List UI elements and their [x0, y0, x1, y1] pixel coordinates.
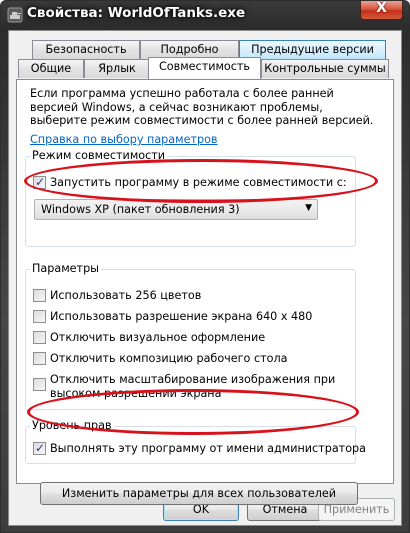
check-icon: ✓: [35, 175, 46, 189]
privilege-group: Уровень прав ✓ Выполнять эту программу о…: [25, 419, 366, 464]
run-as-admin-label: Выполнять эту программу от имени админис…: [50, 442, 366, 455]
change-settings-all-users-button[interactable]: Изменить параметры для всех пользователе…: [40, 482, 358, 505]
compatibility-panel: Если программа успешно работала с более …: [16, 79, 394, 505]
privilege-legend: Уровень прав: [30, 419, 114, 432]
tab-general[interactable]: Общие: [18, 59, 84, 78]
params-group: Параметры Использовать 256 цветов Исполь…: [25, 262, 356, 410]
os-version-selected: Windows XP (пакет обновления 3): [41, 203, 240, 216]
option-label-line2: высоком разрешении экрана: [50, 387, 222, 400]
checkbox-640x480[interactable]: [33, 310, 46, 323]
tab-previous-versions[interactable]: Предыдущие версии: [239, 40, 386, 59]
check-icon: ✓: [35, 441, 46, 455]
tab-compatibility[interactable]: Совместимость: [148, 57, 261, 79]
option-label: Отключить масштабирование изображения пр…: [50, 373, 336, 386]
help-link[interactable]: Справка по выбору параметров: [30, 133, 218, 146]
close-icon: X: [376, 0, 387, 16]
properties-window: Свойства: WorldOfTanks.exe X Безопасност…: [0, 0, 410, 533]
compat-mode-checkbox[interactable]: ✓: [33, 175, 46, 189]
checkbox-disable-composition[interactable]: [33, 352, 46, 365]
compat-mode-legend: Режим совместимости: [30, 149, 168, 162]
tank-app-icon: [7, 7, 23, 23]
compat-mode-group: Режим совместимости ✓ Запустить программ…: [25, 149, 356, 247]
checkbox-256-colors[interactable]: [33, 289, 46, 302]
run-as-admin-checkbox[interactable]: ✓: [33, 441, 46, 455]
option-label: Использовать 256 цветов: [50, 289, 202, 302]
compat-mode-checkbox-label: Запустить программу в режиме совместимос…: [50, 176, 347, 189]
checkbox-disable-visual-themes[interactable]: [33, 331, 46, 344]
tab-checksums[interactable]: Контрольные суммы: [261, 59, 389, 78]
option-label: Отключить визуальное оформление: [50, 331, 266, 344]
window-title: Свойства: WorldOfTanks.exe: [27, 5, 246, 21]
chevron-down-icon: ▼: [305, 203, 312, 213]
tab-security[interactable]: Безопасность: [32, 40, 140, 59]
close-button[interactable]: X: [360, 1, 403, 20]
dialog-client-area: Безопасность Подробно Предыдущие версии …: [8, 30, 402, 526]
compat-description: Если программа успешно работала с более …: [30, 87, 374, 127]
option-label: Отключить композицию рабочего стола: [50, 352, 288, 365]
os-version-dropdown[interactable]: Windows XP (пакет обновления 3) ▼: [34, 199, 318, 220]
option-label: Использовать разрешение экрана 640 x 480: [50, 310, 313, 323]
params-legend: Параметры: [30, 262, 101, 275]
checkbox-disable-dpi-scaling[interactable]: [33, 378, 46, 391]
title-bar[interactable]: Свойства: WorldOfTanks.exe X: [1, 1, 409, 29]
tab-shortcut[interactable]: Ярлык: [84, 59, 150, 78]
